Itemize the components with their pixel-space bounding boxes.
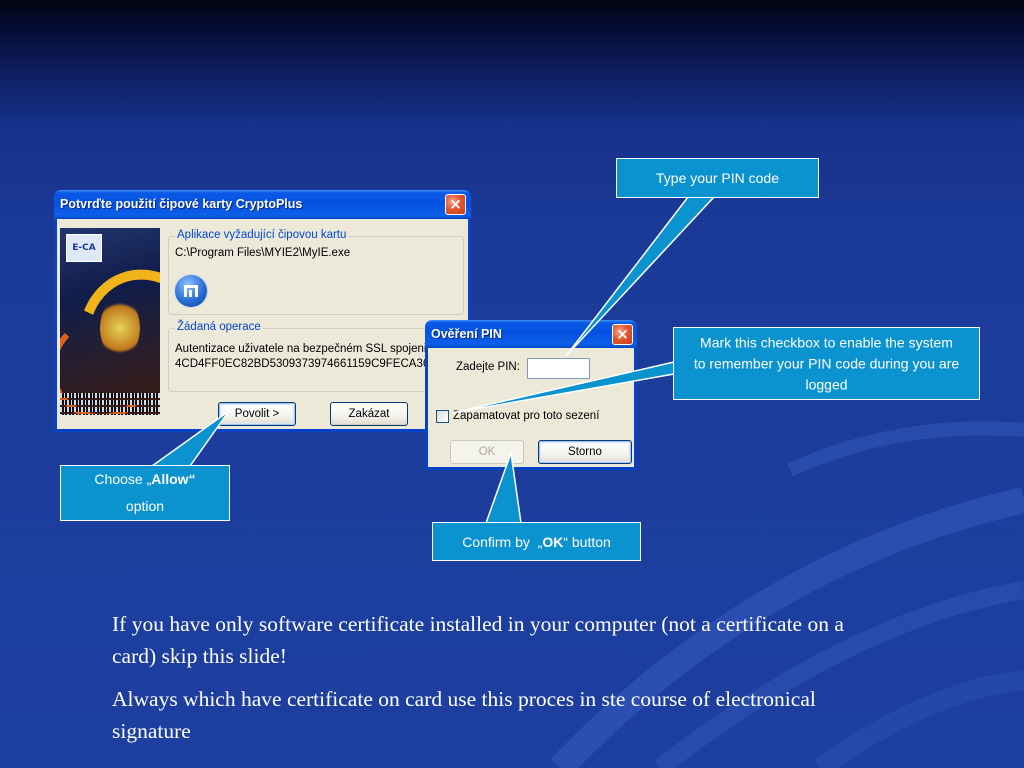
paragraph-line: card) skip this slide! — [112, 644, 287, 668]
deny-button-label: Zakázat — [348, 408, 390, 420]
ok-callout-text: Confirm by „OK“ button — [462, 534, 611, 550]
cancel-button-label: Storno — [568, 446, 602, 458]
operation-groupbox: Žádaná operace Autentizace uživatele na … — [168, 321, 464, 392]
close-icon[interactable]: × — [445, 194, 466, 215]
allow-callout-prefix: Choose „ — [94, 471, 152, 487]
operation-group-legend: Žádaná operace — [175, 321, 263, 333]
checkbox-callout: Mark this checkbox to enable the system … — [673, 327, 980, 400]
myie-app-icon — [175, 275, 207, 307]
swoosh-arc — [814, 670, 1024, 768]
ok-button[interactable]: OK — [450, 440, 524, 464]
allow-callout-bold: Allow“ — [151, 471, 196, 487]
ok-callout: Confirm by „OK“ button — [432, 522, 641, 561]
allow-callout: Choose „Allow“ option — [60, 465, 230, 521]
pin-callout-text: Type your PIN code — [656, 170, 779, 186]
application-group-legend: Aplikace vyžadující čipovou kartu — [175, 229, 349, 241]
pin-dialog-titlebar[interactable]: Ověření PIN × — [425, 320, 637, 348]
paragraph-line: If you have only software certificate in… — [112, 612, 844, 636]
ok-callout-prefix: Confirm by „ — [462, 533, 543, 550]
confirm-dialog-title: Potvrďte použití čipové karty CryptoPlus — [60, 197, 303, 211]
confirm-dialog-titlebar[interactable]: Potvrďte použití čipové karty CryptoPlus… — [54, 190, 471, 219]
ok-callout-suffix: “ button — [563, 533, 611, 550]
ok-callout-bold: OK — [542, 533, 564, 550]
pin-label: Zadejte PIN: — [456, 361, 520, 373]
pin-dialog-title: Ověření PIN — [431, 327, 502, 341]
allow-callout-suffix: option — [125, 498, 165, 514]
smart-card-artwork: E-CA — [60, 228, 160, 415]
confirm-card-dialog: Potvrďte použití čipové karty CryptoPlus… — [54, 190, 471, 432]
checkbox-callout-text: Mark this checkbox to enable the system … — [693, 334, 960, 392]
allow-button[interactable]: Povolit > — [218, 402, 296, 426]
pin-callout: Type your PIN code — [616, 158, 819, 198]
paragraph-line: Always which have certificate on card us… — [112, 687, 816, 711]
application-groupbox: Aplikace vyžadující čipovou kartu C:\Pro… — [168, 229, 464, 315]
ok-button-label: OK — [478, 446, 496, 458]
myie-glyph — [184, 285, 198, 297]
pin-verification-dialog: Ověření PIN × Zadejte PIN: Zapamatovat p… — [425, 320, 637, 470]
cancel-button[interactable]: Storno — [538, 440, 632, 464]
instruction-paragraph-2: Always which have certificate on card us… — [112, 683, 816, 747]
pin-input[interactable] — [527, 358, 590, 379]
eca-logo: E-CA — [66, 234, 102, 262]
remember-pin-label[interactable]: Zapamatovat pro toto sezení — [453, 410, 599, 422]
application-path: C:\Program Files\MYIE2\MyIE.exe — [175, 247, 351, 259]
artwork-figure — [100, 298, 140, 358]
slide: Potvrďte použití čipové karty CryptoPlus… — [0, 0, 1024, 768]
remember-pin-checkbox[interactable] — [436, 410, 449, 423]
instruction-paragraph-1: If you have only software certificate in… — [112, 608, 844, 672]
swoosh-arc — [787, 421, 1024, 477]
deny-button[interactable]: Zakázat — [330, 402, 408, 426]
allow-button-label: Povolit > — [234, 408, 280, 420]
binary-pattern — [60, 393, 160, 415]
operation-hash: 4CD4FF0EC82BD5309373974661159C9FECA36 — [175, 358, 430, 370]
allow-callout-text: Choose „Allow“ option — [94, 466, 195, 520]
operation-description: Autentizace uživatele na bezpečném SSL s… — [175, 343, 427, 355]
paragraph-line: signature — [112, 719, 191, 743]
close-icon[interactable]: × — [612, 324, 633, 345]
